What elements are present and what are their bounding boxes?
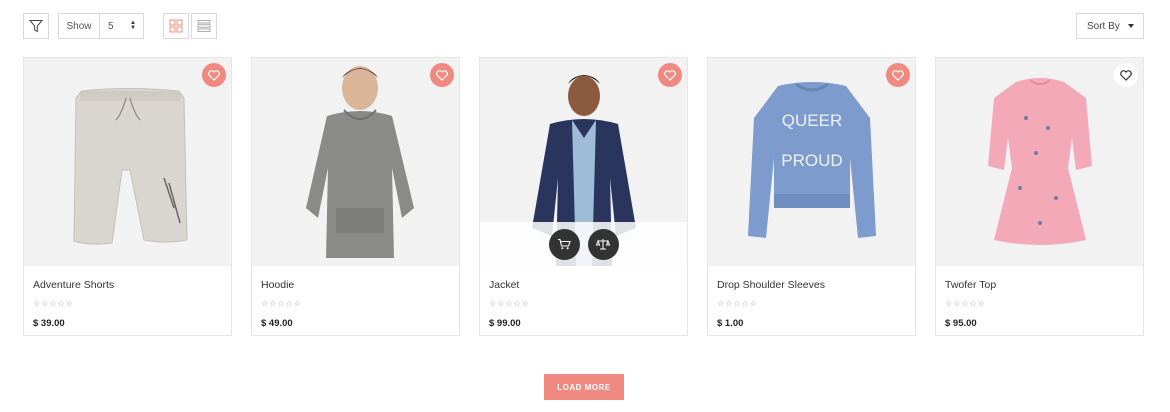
product-price: $ 1.00 bbox=[717, 318, 744, 329]
grid-view-icon bbox=[169, 19, 183, 33]
dress-image bbox=[988, 78, 1092, 245]
stepper-arrows-icon: ▲ ▼ bbox=[130, 20, 136, 31]
product-card[interactable]: Adventure Shorts ☆☆☆☆☆ $ 39.00 bbox=[23, 57, 232, 336]
sweater-print-line2: PROUD bbox=[781, 151, 842, 170]
product-title[interactable]: Adventure Shorts bbox=[33, 279, 222, 293]
product-price: $ 99.00 bbox=[489, 318, 521, 329]
wishlist-button[interactable] bbox=[202, 63, 226, 87]
show-label: Show bbox=[59, 14, 100, 38]
compare-button[interactable] bbox=[587, 228, 619, 260]
rating-stars: ☆☆☆☆☆ bbox=[945, 299, 986, 308]
product-price: $ 95.00 bbox=[945, 318, 977, 329]
heart-icon bbox=[436, 69, 448, 81]
heart-icon bbox=[664, 69, 676, 81]
heart-icon bbox=[892, 69, 904, 81]
scale-icon bbox=[596, 239, 610, 250]
sort-by-dropdown[interactable]: Sort By bbox=[1076, 13, 1144, 39]
rating-stars: ☆☆☆☆☆ bbox=[489, 299, 530, 308]
sort-by-label: Sort By bbox=[1087, 20, 1120, 32]
wishlist-button[interactable] bbox=[886, 63, 910, 87]
filter-icon bbox=[29, 20, 43, 33]
hoodie-image bbox=[306, 66, 414, 258]
list-view-button[interactable] bbox=[191, 13, 217, 39]
rating-stars: ☆☆☆☆☆ bbox=[261, 299, 302, 308]
heart-icon bbox=[208, 69, 220, 81]
product-card[interactable]: QUEER PROUD Drop Shoulder Sleeves ☆☆☆☆☆ … bbox=[707, 57, 916, 336]
wishlist-button[interactable] bbox=[658, 63, 682, 87]
product-image[interactable]: QUEER PROUD bbox=[708, 58, 915, 266]
sweater-image: QUEER PROUD bbox=[748, 82, 876, 238]
sweater-print-line1: QUEER bbox=[782, 111, 842, 130]
rating-stars: ☆☆☆☆☆ bbox=[33, 299, 74, 308]
show-count-value: 5 bbox=[108, 20, 114, 32]
product-actions bbox=[480, 222, 687, 266]
wishlist-button[interactable] bbox=[430, 63, 454, 87]
rating-stars: ☆☆☆☆☆ bbox=[717, 299, 758, 308]
list-view-icon bbox=[197, 20, 211, 32]
grid-view-button[interactable] bbox=[163, 13, 189, 39]
wishlist-button[interactable] bbox=[1114, 63, 1138, 87]
product-title[interactable]: Jacket bbox=[489, 279, 678, 293]
product-title[interactable]: Hoodie bbox=[261, 279, 450, 293]
show-per-page: Show 5 ▲ ▼ bbox=[58, 13, 144, 39]
product-image[interactable] bbox=[936, 58, 1143, 266]
product-title[interactable]: Twofer Top bbox=[945, 279, 1134, 293]
heart-icon bbox=[1120, 69, 1132, 81]
caret-down-icon bbox=[1128, 24, 1134, 28]
cart-icon bbox=[558, 238, 571, 250]
product-image[interactable] bbox=[24, 58, 231, 266]
product-card[interactable]: Jacket ☆☆☆☆☆ $ 99.00 bbox=[479, 57, 688, 336]
add-to-cart-button[interactable] bbox=[548, 228, 580, 260]
shorts-image bbox=[73, 88, 188, 245]
product-price: $ 49.00 bbox=[261, 318, 293, 329]
product-title[interactable]: Drop Shoulder Sleeves bbox=[717, 279, 906, 293]
product-card[interactable]: Hoodie ☆☆☆☆☆ $ 49.00 bbox=[251, 57, 460, 336]
load-more-button[interactable]: LOAD MORE bbox=[544, 374, 624, 400]
product-price: $ 39.00 bbox=[33, 318, 65, 329]
product-image[interactable] bbox=[480, 58, 687, 266]
product-image[interactable] bbox=[252, 58, 459, 266]
product-grid: Adventure Shorts ☆☆☆☆☆ $ 39.00 Hoodie ☆☆… bbox=[23, 57, 1145, 337]
filter-button[interactable] bbox=[23, 13, 49, 39]
product-card[interactable]: Twofer Top ☆☆☆☆☆ $ 95.00 bbox=[935, 57, 1144, 336]
toolbar: Show 5 ▲ ▼ Sort By bbox=[23, 13, 1144, 39]
show-count-select[interactable]: 5 ▲ ▼ bbox=[100, 14, 143, 38]
